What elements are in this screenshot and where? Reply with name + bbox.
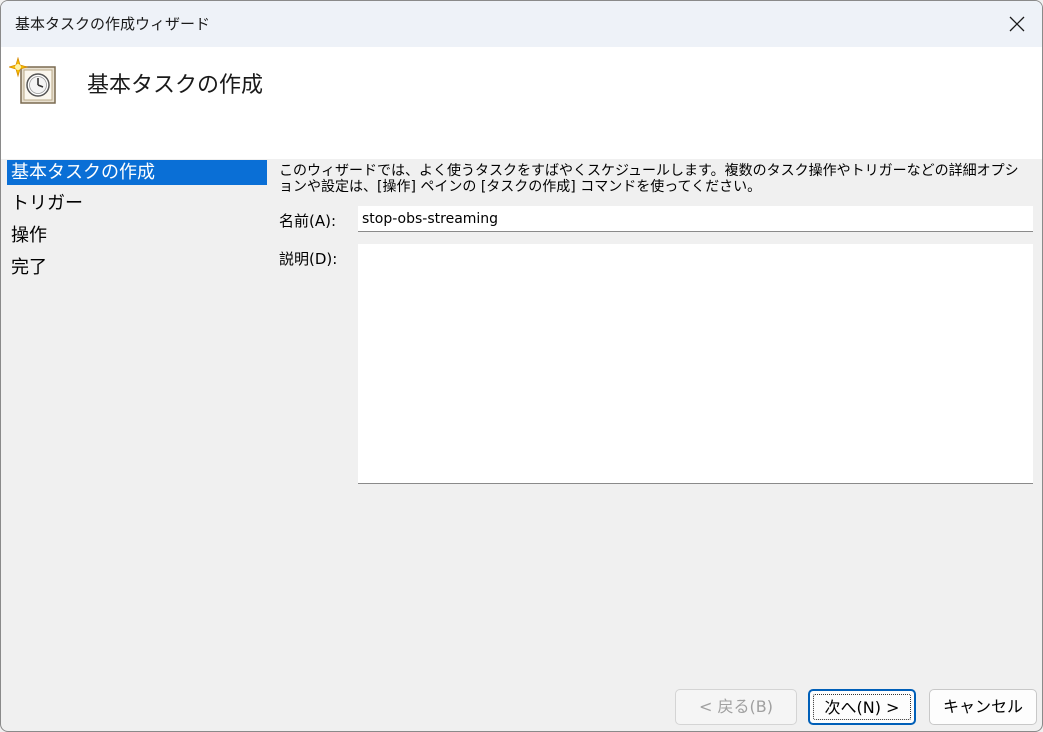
name-label: 名前(A): xyxy=(279,212,337,230)
step-trigger[interactable]: トリガー xyxy=(7,191,267,216)
description-textarea[interactable] xyxy=(358,244,1033,484)
next-button[interactable]: 次へ(N) > xyxy=(808,689,916,725)
wizard-header: 基本タスクの作成 xyxy=(1,47,1042,159)
step-action[interactable]: 操作 xyxy=(7,223,267,248)
page-title: 基本タスクの作成 xyxy=(87,73,264,98)
title-bar: 基本タスクの作成ウィザード xyxy=(1,1,1042,47)
scheduled-task-clock-icon xyxy=(9,57,56,104)
close-button[interactable] xyxy=(992,1,1042,47)
cancel-button[interactable]: キャンセル xyxy=(929,689,1037,725)
wizard-description-line-2: ョンや設定は、[操作] ペインの [タスクの作成] コマンドを使ってください。 xyxy=(279,179,762,195)
step-create-basic-task[interactable]: 基本タスクの作成 xyxy=(7,160,267,185)
wizard-window: 基本タスクの作成ウィザード 基本タスクの作成 基本タスクの作成 トリガー 操作 … xyxy=(0,0,1043,732)
window-title: 基本タスクの作成ウィザード xyxy=(15,15,211,33)
name-input[interactable] xyxy=(358,206,1033,232)
step-finish[interactable]: 完了 xyxy=(7,255,267,280)
wizard-steps: 基本タスクの作成 トリガー 操作 完了 xyxy=(1,159,269,679)
wizard-content: このウィザードでは、よく使うタスクをすばやくスケジュールします。複数のタスク操作… xyxy=(269,159,1042,679)
close-icon xyxy=(1009,16,1025,32)
description-label: 説明(D): xyxy=(279,250,338,268)
wizard-description: このウィザードでは、よく使うタスクをすばやくスケジュールします。複数のタスク操作… xyxy=(279,163,1033,195)
wizard-description-line-1: このウィザードでは、よく使うタスクをすばやくスケジュールします。複数のタスク操作… xyxy=(279,163,1019,179)
focus-outline xyxy=(813,694,911,720)
back-button[interactable]: < 戻る(B) xyxy=(675,689,797,725)
